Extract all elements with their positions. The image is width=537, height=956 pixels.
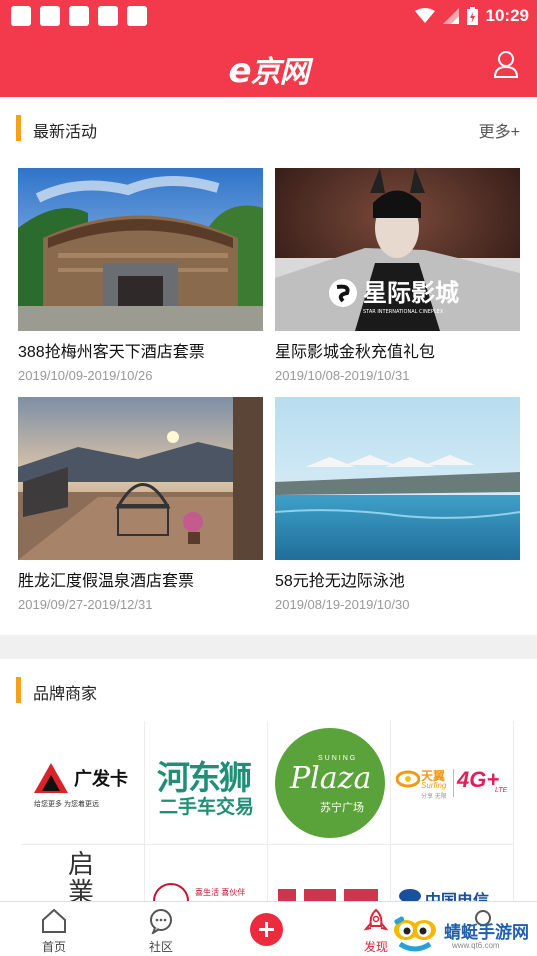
brand-cell[interactable] [268,845,391,901]
home-icon [42,908,66,933]
brand-name: 广发卡 [74,769,128,789]
brand-lte: LTE [495,787,508,794]
activity-image-cinema: 星际影城 STAR INTERNATIONAL CINEPLEX [275,168,520,331]
activity-card[interactable]: 星际影城 STAR INTERNATIONAL CINEPLEX 星际影城金秋充… [275,168,520,383]
activity-card[interactable]: 58元抢无边际泳池 2019/08/19-2019/10/30 [275,397,520,612]
activity-title: 星际影城金秋充值礼包 [275,344,436,361]
brand-name: 中国电信 [425,887,489,901]
tab-label: 社区 [148,940,173,954]
notification-icon [98,6,118,26]
tab-label: 首页 [41,940,66,954]
logo-e: e [228,51,251,91]
brand-cell-qiye[interactable]: 启業 [22,845,145,901]
brand-cell-china-telecom[interactable]: 中国电信 [391,845,514,901]
status-bar: 10:29 [0,0,537,32]
section-title: 品牌商家 [33,686,98,703]
activity-card[interactable]: 胜龙汇度假温泉酒店套票 2019/09/27-2019/12/31 [18,397,263,612]
brand-sub: 苏宁广场 [320,802,364,814]
activity-date: 2019/08/19-2019/10/30 [275,597,410,612]
notification-icon [40,6,60,26]
tianyi-logo-icon [396,770,420,788]
dragonfly-mascot-icon [394,916,436,952]
activity-title: 388抢梅州客天下酒店套票 [18,344,205,361]
brand-cell-hedongshi[interactable]: 河东狮 二手车交易 [145,721,268,845]
activity-date: 2019/10/08-2019/10/31 [275,368,410,383]
wifi-icon [414,8,435,23]
activity-title: 58元抢无边际泳池 [275,573,405,590]
activity-image-pool [275,397,520,560]
logo-text: 京网 [250,55,310,90]
brand-name: Plaza [290,761,372,796]
rocket-icon [363,908,389,931]
section-header: 最新活动 更多+ [0,97,537,159]
notification-icon [69,6,89,26]
cinema-logo-subtext: STAR INTERNATIONAL CINEPLEX [363,309,444,315]
chat-bubble-icon [150,909,172,934]
activity-date: 2019/09/27-2019/12/31 [18,597,153,612]
brand-cell-tianyi[interactable]: 天翼 Surfing 分享 无限 4G+ LTE [391,721,514,845]
guangfa-logo-icon [34,763,68,793]
brand-cell-guangfa[interactable]: 广发卡 给您更多 为您着更远 [22,721,145,845]
brand-sub: 二手车交易 [159,797,255,818]
signal-icon [442,8,459,24]
add-post-button[interactable] [250,913,283,946]
status-time: 10:29 [485,6,529,25]
plus-icon [259,922,274,937]
activities-section: 最新活动 更多+ 388抢梅州客天下酒店套票 2019/10/09-2019/1… [0,97,537,635]
more-link[interactable]: 更多+ [479,118,520,142]
xishenghuo-logo-icon [153,883,189,901]
brand-cell-xishenghuo[interactable]: 喜生活 喜伙伴 [145,845,268,901]
tab-community[interactable]: 社区 [121,902,201,956]
section-accent-bar [16,677,21,703]
divider [453,769,454,797]
notification-icon [11,6,31,26]
activity-image-fortress [18,168,263,331]
app-logo: e京网 [0,47,537,91]
brand-tagline: Surfing [421,781,447,790]
user-profile-icon[interactable] [493,50,519,78]
activity-title: 胜龙汇度假温泉酒店套票 [18,573,195,590]
cinema-logo-text: 星际影城 [363,279,459,307]
brand-slogan: 分享 无限 [421,794,447,800]
china-telecom-logo-icon [399,889,421,901]
brand-name: 喜生活 喜伙伴 [195,888,246,897]
brand-name: 启業 [68,850,95,901]
activity-card[interactable]: 388抢梅州客天下酒店套票 2019/10/09-2019/10/26 [18,168,263,383]
activity-date: 2019/10/09-2019/10/26 [18,368,153,383]
brands-section: 品牌商家 广发卡 给您更多 为您着更远 河东狮 二手车交易 SUNING Pla… [0,659,537,901]
brand-sub: 给您更多 为您着更远 [34,801,99,808]
section-header: 品牌商家 [0,659,537,721]
brand-sub: 4G+ [457,767,500,792]
activity-image-terrace [18,397,263,560]
battery-icon [466,7,478,25]
watermark-text: 蜻蜓手游网 [444,923,529,942]
site-watermark: 蜻蜓手游网 www.qt6.com [392,910,537,956]
section-accent-bar [16,115,21,141]
watermark-url: www.qt6.com [452,941,500,950]
notification-icon [127,6,147,26]
tab-home[interactable]: 首页 [14,902,94,956]
app-header: 10:29 e京网 [0,0,537,97]
section-title: 最新活动 [33,124,98,141]
brand-logo-icon [278,889,378,901]
brand-cell-suning-plaza[interactable]: SUNING Plaza 苏宁广场 [268,721,391,845]
